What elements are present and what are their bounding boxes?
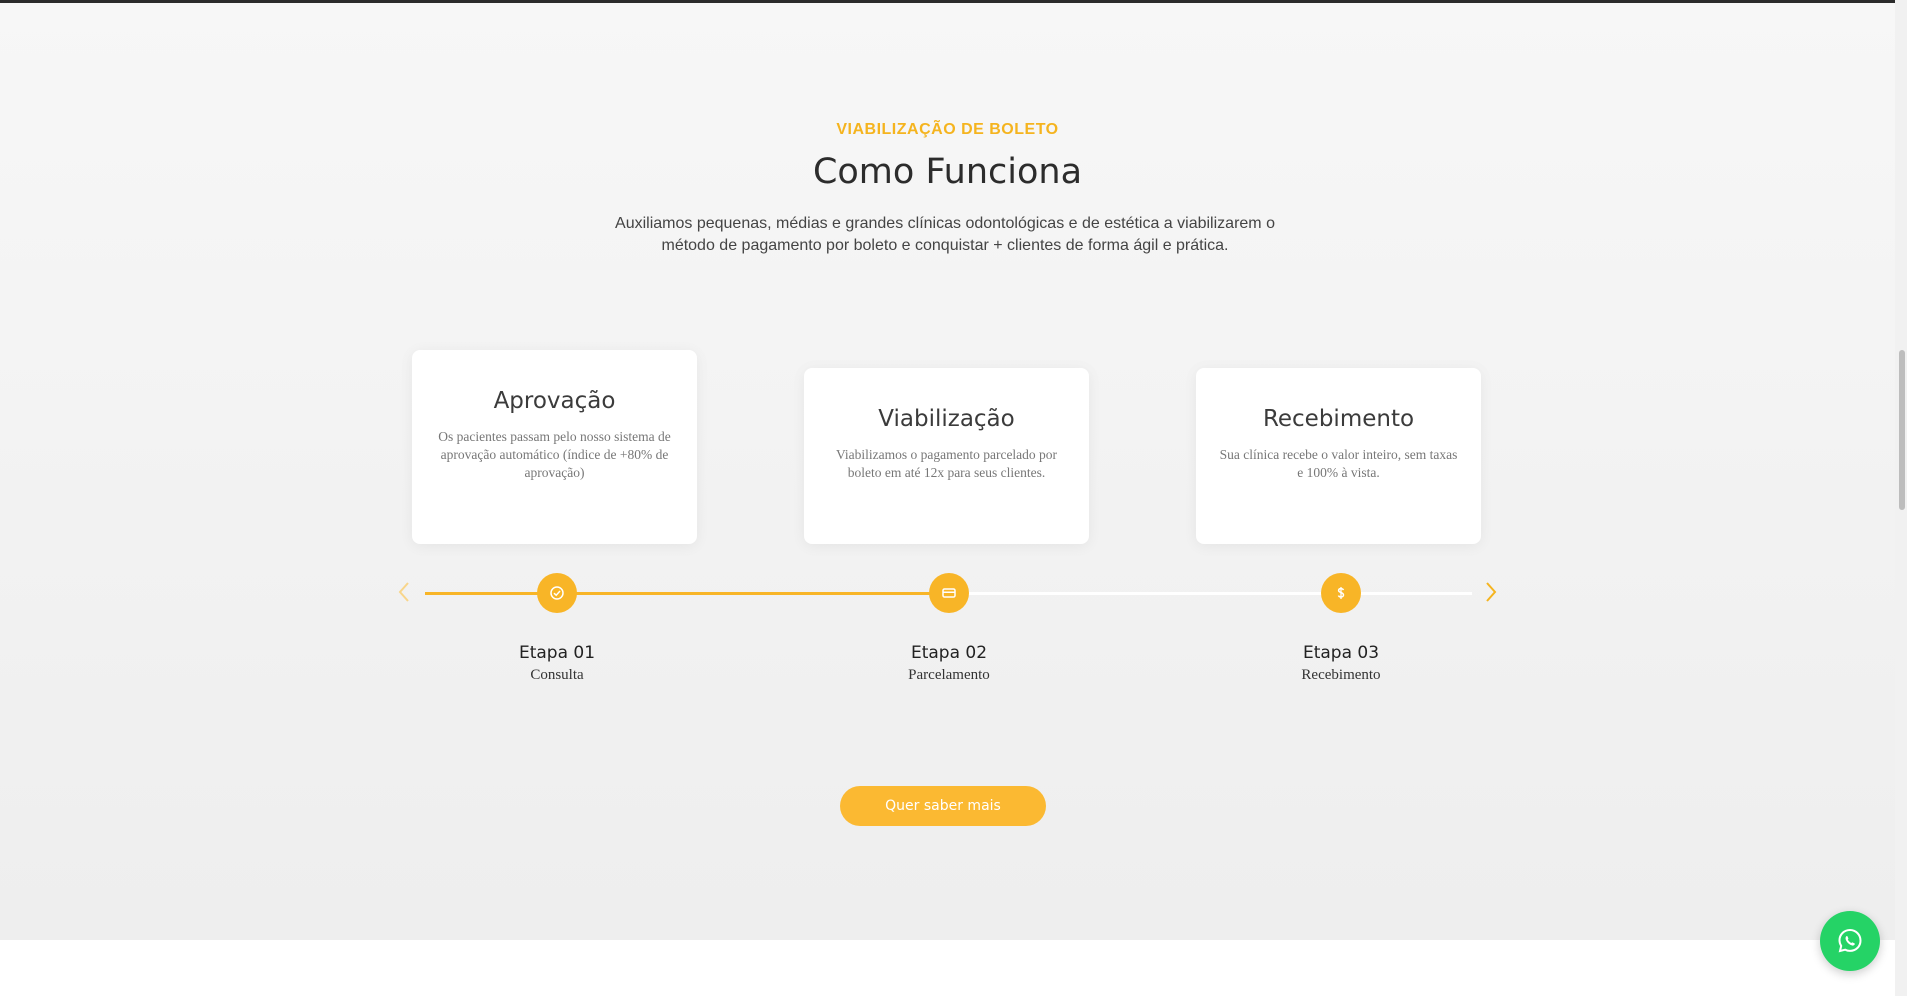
card-text: Viabilizamos o pagamento parcelado por b… <box>835 447 1058 480</box>
timeline-node-1[interactable] <box>537 573 577 613</box>
card-title: Viabilização <box>878 406 1015 432</box>
section-eyebrow: VIABILIZAÇÃO DE BOLETO <box>836 121 1059 138</box>
whatsapp-icon <box>1838 928 1862 953</box>
learn-more-button[interactable]: Quer saber mais <box>840 786 1046 826</box>
timeline-progress <box>425 592 945 595</box>
card-title: Aprovação <box>493 388 616 414</box>
timeline-node-3[interactable] <box>1321 573 1361 613</box>
step-subtitle: Consulta <box>530 667 584 683</box>
scrollbar[interactable] <box>1895 0 1907 996</box>
card-text: Os pacientes passam pelo nosso sistema d… <box>438 429 671 480</box>
step-subtitle: Parcelamento <box>908 667 990 683</box>
timeline-node-2[interactable] <box>929 573 969 613</box>
step-subtitle: Recebimento <box>1301 667 1381 683</box>
section-description: Auxiliamos pequenas, médias e grandes cl… <box>615 215 1275 254</box>
scrollbar-thumb[interactable] <box>1899 350 1905 510</box>
timeline-track <box>945 592 1472 595</box>
card-title: Recebimento <box>1262 406 1415 432</box>
step-name: Etapa 03 <box>1302 643 1380 663</box>
step-card-receipt: Recebimento Sua clínica recebe o valor i… <box>1196 368 1481 544</box>
chevron-left-icon <box>398 582 409 602</box>
step-card-viabilization: Viabilização Viabilizamos o pagamento pa… <box>804 368 1089 544</box>
credit-card-icon <box>942 588 956 598</box>
chevron-right-icon <box>1486 582 1497 602</box>
dollar-icon <box>1337 587 1345 599</box>
whatsapp-button[interactable] <box>1820 911 1880 971</box>
step-card-approval: Aprovação Os pacientes passam pelo nosso… <box>412 350 697 544</box>
section-title: Como Funciona <box>812 152 1083 192</box>
prev-arrow-button[interactable] <box>393 580 417 604</box>
next-arrow-button[interactable] <box>1478 580 1502 604</box>
step-name: Etapa 02 <box>910 643 988 663</box>
check-circle-icon <box>550 586 564 600</box>
card-text: Sua clínica recebe o valor inteiro, sem … <box>1219 447 1458 480</box>
step-name: Etapa 01 <box>518 643 596 663</box>
